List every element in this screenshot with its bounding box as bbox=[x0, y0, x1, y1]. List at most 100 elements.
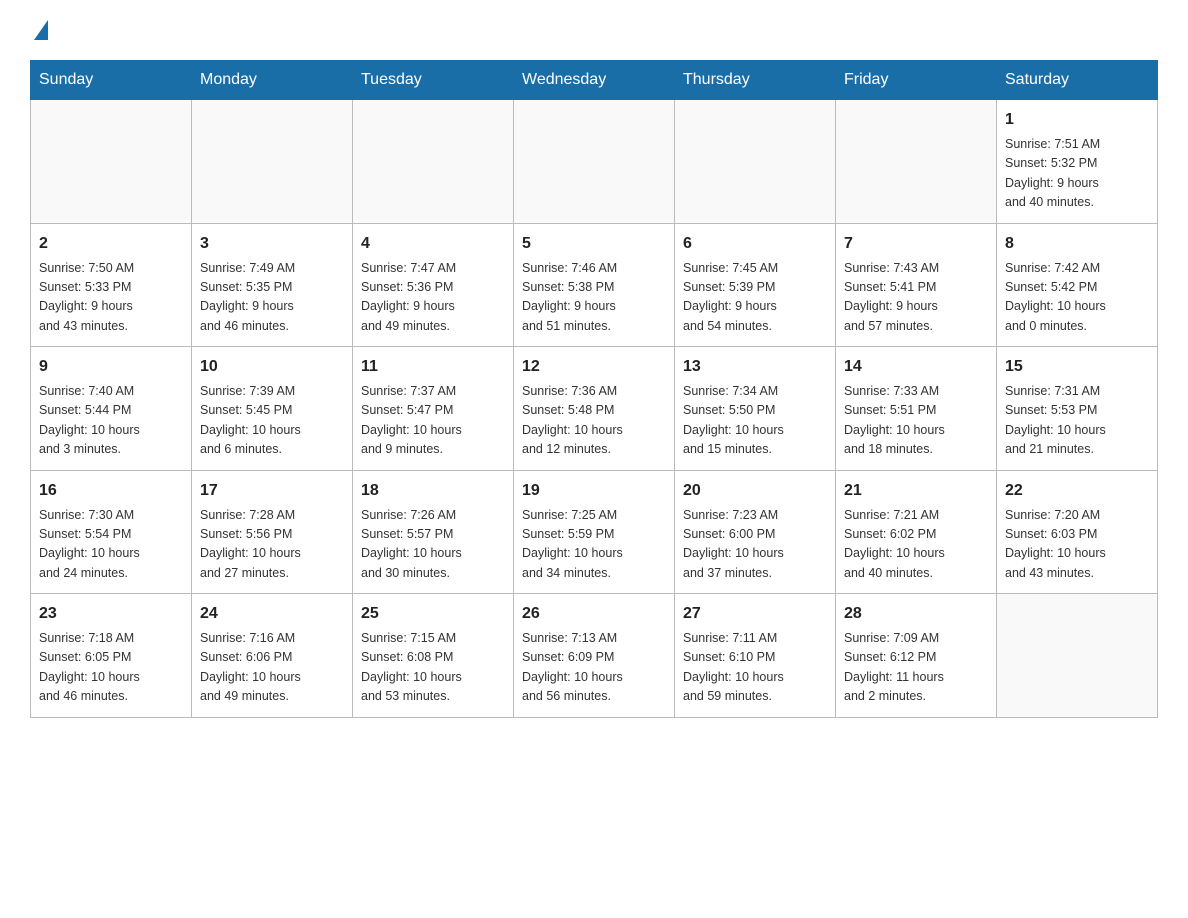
day-sun-info: Sunrise: 7:21 AM Sunset: 6:02 PM Dayligh… bbox=[844, 506, 988, 584]
day-sun-info: Sunrise: 7:30 AM Sunset: 5:54 PM Dayligh… bbox=[39, 506, 183, 584]
day-number: 1 bbox=[1005, 108, 1149, 132]
day-sun-info: Sunrise: 7:51 AM Sunset: 5:32 PM Dayligh… bbox=[1005, 135, 1149, 213]
calendar-day-cell: 16 Sunrise: 7:30 AM Sunset: 5:54 PM Dayli… bbox=[31, 470, 192, 594]
day-number: 18 bbox=[361, 479, 505, 503]
calendar-day-cell bbox=[514, 100, 675, 224]
calendar-day-cell: 10 Sunrise: 7:39 AM Sunset: 5:45 PM Dayli… bbox=[192, 347, 353, 471]
calendar-day-cell: 14 Sunrise: 7:33 AM Sunset: 5:51 PM Dayli… bbox=[836, 347, 997, 471]
day-sun-info: Sunrise: 7:09 AM Sunset: 6:12 PM Dayligh… bbox=[844, 629, 988, 707]
calendar-week-row: 23 Sunrise: 7:18 AM Sunset: 6:05 PM Dayli… bbox=[31, 594, 1158, 718]
day-number: 8 bbox=[1005, 232, 1149, 256]
day-sun-info: Sunrise: 7:18 AM Sunset: 6:05 PM Dayligh… bbox=[39, 629, 183, 707]
calendar-day-cell bbox=[997, 594, 1158, 718]
day-sun-info: Sunrise: 7:45 AM Sunset: 5:39 PM Dayligh… bbox=[683, 259, 827, 337]
day-of-week-header: Thursday bbox=[675, 61, 836, 100]
day-sun-info: Sunrise: 7:50 AM Sunset: 5:33 PM Dayligh… bbox=[39, 259, 183, 337]
calendar-day-cell: 27 Sunrise: 7:11 AM Sunset: 6:10 PM Dayli… bbox=[675, 594, 836, 718]
calendar-day-cell: 6 Sunrise: 7:45 AM Sunset: 5:39 PM Daylig… bbox=[675, 223, 836, 347]
calendar-day-cell: 17 Sunrise: 7:28 AM Sunset: 5:56 PM Dayli… bbox=[192, 470, 353, 594]
day-of-week-header: Saturday bbox=[997, 61, 1158, 100]
calendar-day-cell: 8 Sunrise: 7:42 AM Sunset: 5:42 PM Daylig… bbox=[997, 223, 1158, 347]
calendar-day-cell: 21Sunrise: 7:21 AM Sunset: 6:02 PM Dayli… bbox=[836, 470, 997, 594]
day-sun-info: Sunrise: 7:47 AM Sunset: 5:36 PM Dayligh… bbox=[361, 259, 505, 337]
calendar-day-cell bbox=[836, 100, 997, 224]
day-number: 6 bbox=[683, 232, 827, 256]
calendar-day-cell: 19Sunrise: 7:25 AM Sunset: 5:59 PM Dayli… bbox=[514, 470, 675, 594]
day-sun-info: Sunrise: 7:11 AM Sunset: 6:10 PM Dayligh… bbox=[683, 629, 827, 707]
day-number: 2 bbox=[39, 232, 183, 256]
day-number: 13 bbox=[683, 355, 827, 379]
day-sun-info: Sunrise: 7:16 AM Sunset: 6:06 PM Dayligh… bbox=[200, 629, 344, 707]
day-of-week-header: Monday bbox=[192, 61, 353, 100]
day-number: 20 bbox=[683, 479, 827, 503]
day-sun-info: Sunrise: 7:37 AM Sunset: 5:47 PM Dayligh… bbox=[361, 382, 505, 460]
calendar-week-row: 16 Sunrise: 7:30 AM Sunset: 5:54 PM Dayli… bbox=[31, 470, 1158, 594]
calendar-day-cell: 26 Sunrise: 7:13 AM Sunset: 6:09 PM Dayli… bbox=[514, 594, 675, 718]
calendar-day-cell: 24 Sunrise: 7:16 AM Sunset: 6:06 PM Dayli… bbox=[192, 594, 353, 718]
logo bbox=[30, 20, 48, 40]
calendar-day-cell: 13 Sunrise: 7:34 AM Sunset: 5:50 PM Dayli… bbox=[675, 347, 836, 471]
day-of-week-header: Sunday bbox=[31, 61, 192, 100]
day-sun-info: Sunrise: 7:39 AM Sunset: 5:45 PM Dayligh… bbox=[200, 382, 344, 460]
calendar-day-cell bbox=[31, 100, 192, 224]
day-sun-info: Sunrise: 7:13 AM Sunset: 6:09 PM Dayligh… bbox=[522, 629, 666, 707]
calendar-day-cell: 5 Sunrise: 7:46 AM Sunset: 5:38 PM Daylig… bbox=[514, 223, 675, 347]
day-sun-info: Sunrise: 7:28 AM Sunset: 5:56 PM Dayligh… bbox=[200, 506, 344, 584]
day-sun-info: Sunrise: 7:25 AM Sunset: 5:59 PM Dayligh… bbox=[522, 506, 666, 584]
calendar-day-cell: 4 Sunrise: 7:47 AM Sunset: 5:36 PM Daylig… bbox=[353, 223, 514, 347]
calendar-header-row: SundayMondayTuesdayWednesdayThursdayFrid… bbox=[31, 61, 1158, 100]
day-number: 14 bbox=[844, 355, 988, 379]
day-number: 5 bbox=[522, 232, 666, 256]
day-sun-info: Sunrise: 7:31 AM Sunset: 5:53 PM Dayligh… bbox=[1005, 382, 1149, 460]
calendar-day-cell bbox=[353, 100, 514, 224]
calendar-day-cell: 12 Sunrise: 7:36 AM Sunset: 5:48 PM Dayli… bbox=[514, 347, 675, 471]
day-number: 23 bbox=[39, 602, 183, 626]
day-sun-info: Sunrise: 7:34 AM Sunset: 5:50 PM Dayligh… bbox=[683, 382, 827, 460]
day-number: 10 bbox=[200, 355, 344, 379]
calendar-day-cell: 2 Sunrise: 7:50 AM Sunset: 5:33 PM Daylig… bbox=[31, 223, 192, 347]
day-sun-info: Sunrise: 7:43 AM Sunset: 5:41 PM Dayligh… bbox=[844, 259, 988, 337]
calendar-day-cell: 3Sunrise: 7:49 AM Sunset: 5:35 PM Daylig… bbox=[192, 223, 353, 347]
logo-triangle-icon bbox=[34, 20, 48, 40]
day-sun-info: Sunrise: 7:33 AM Sunset: 5:51 PM Dayligh… bbox=[844, 382, 988, 460]
day-number: 16 bbox=[39, 479, 183, 503]
day-number: 27 bbox=[683, 602, 827, 626]
day-number: 17 bbox=[200, 479, 344, 503]
day-sun-info: Sunrise: 7:26 AM Sunset: 5:57 PM Dayligh… bbox=[361, 506, 505, 584]
calendar-day-cell: 23 Sunrise: 7:18 AM Sunset: 6:05 PM Dayli… bbox=[31, 594, 192, 718]
day-number: 7 bbox=[844, 232, 988, 256]
day-of-week-header: Friday bbox=[836, 61, 997, 100]
calendar-day-cell: 9 Sunrise: 7:40 AM Sunset: 5:44 PM Daylig… bbox=[31, 347, 192, 471]
day-sun-info: Sunrise: 7:46 AM Sunset: 5:38 PM Dayligh… bbox=[522, 259, 666, 337]
calendar-table: SundayMondayTuesdayWednesdayThursdayFrid… bbox=[30, 60, 1158, 718]
day-number: 9 bbox=[39, 355, 183, 379]
day-number: 11 bbox=[361, 355, 505, 379]
calendar-day-cell bbox=[192, 100, 353, 224]
day-sun-info: Sunrise: 7:36 AM Sunset: 5:48 PM Dayligh… bbox=[522, 382, 666, 460]
calendar-week-row: 9 Sunrise: 7:40 AM Sunset: 5:44 PM Daylig… bbox=[31, 347, 1158, 471]
day-number: 4 bbox=[361, 232, 505, 256]
calendar-day-cell: 28 Sunrise: 7:09 AM Sunset: 6:12 PM Dayli… bbox=[836, 594, 997, 718]
day-number: 12 bbox=[522, 355, 666, 379]
day-number: 26 bbox=[522, 602, 666, 626]
day-sun-info: Sunrise: 7:42 AM Sunset: 5:42 PM Dayligh… bbox=[1005, 259, 1149, 337]
day-number: 28 bbox=[844, 602, 988, 626]
day-number: 25 bbox=[361, 602, 505, 626]
day-sun-info: Sunrise: 7:40 AM Sunset: 5:44 PM Dayligh… bbox=[39, 382, 183, 460]
day-of-week-header: Tuesday bbox=[353, 61, 514, 100]
calendar-day-cell: 1 Sunrise: 7:51 AM Sunset: 5:32 PM Daylig… bbox=[997, 100, 1158, 224]
day-number: 22 bbox=[1005, 479, 1149, 503]
calendar-day-cell: 25 Sunrise: 7:15 AM Sunset: 6:08 PM Dayli… bbox=[353, 594, 514, 718]
calendar-day-cell: 15 Sunrise: 7:31 AM Sunset: 5:53 PM Dayli… bbox=[997, 347, 1158, 471]
calendar-day-cell: 20Sunrise: 7:23 AM Sunset: 6:00 PM Dayli… bbox=[675, 470, 836, 594]
calendar-week-row: 2 Sunrise: 7:50 AM Sunset: 5:33 PM Daylig… bbox=[31, 223, 1158, 347]
day-number: 15 bbox=[1005, 355, 1149, 379]
calendar-week-row: 1 Sunrise: 7:51 AM Sunset: 5:32 PM Daylig… bbox=[31, 100, 1158, 224]
day-number: 24 bbox=[200, 602, 344, 626]
day-sun-info: Sunrise: 7:49 AM Sunset: 5:35 PM Dayligh… bbox=[200, 259, 344, 337]
day-of-week-header: Wednesday bbox=[514, 61, 675, 100]
calendar-day-cell: 22Sunrise: 7:20 AM Sunset: 6:03 PM Dayli… bbox=[997, 470, 1158, 594]
calendar-day-cell bbox=[675, 100, 836, 224]
day-sun-info: Sunrise: 7:15 AM Sunset: 6:08 PM Dayligh… bbox=[361, 629, 505, 707]
calendar-day-cell: 11 Sunrise: 7:37 AM Sunset: 5:47 PM Dayli… bbox=[353, 347, 514, 471]
